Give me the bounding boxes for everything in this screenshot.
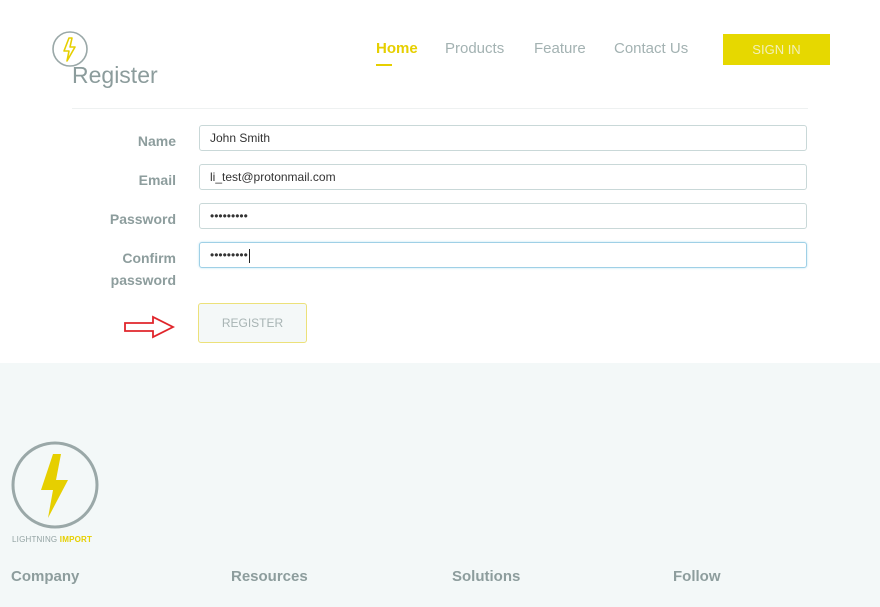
- password-label: Password: [109, 211, 176, 227]
- email-label: Email: [138, 172, 176, 188]
- nav-active-indicator: [376, 64, 392, 66]
- text-caret: [248, 248, 250, 263]
- lightning-logo-large-icon[interactable]: [10, 440, 100, 530]
- footer-heading-resources: Resources: [231, 568, 308, 585]
- confirm-password-label: Confirm password: [36, 247, 176, 291]
- page-title: Register: [72, 62, 158, 88]
- brand-name-accent: IMPORT: [59, 535, 93, 544]
- name-label: Name: [137, 133, 176, 149]
- confirm-password-field[interactable]: •••••••••: [199, 242, 807, 268]
- footer-heading-company: Company: [11, 568, 80, 585]
- email-field[interactable]: li_test@protonmail.com: [199, 164, 807, 190]
- sign-in-button[interactable]: SIGN IN: [723, 34, 830, 65]
- footer: LIGHTNING IMPORT Company Resources Solut…: [0, 363, 880, 607]
- nav-products[interactable]: Products: [445, 40, 504, 57]
- nav-home[interactable]: Home: [376, 40, 418, 57]
- confirm-label-line2: password: [110, 272, 176, 288]
- nav-feature[interactable]: Feature: [534, 40, 586, 57]
- main-section: Register Home Products Feature Contact U…: [0, 0, 880, 363]
- password-field[interactable]: •••••••••: [199, 203, 807, 229]
- footer-heading-solutions: Solutions: [452, 568, 521, 585]
- confirm-label-line1: Confirm: [122, 250, 176, 266]
- right-arrow-icon: [124, 315, 175, 339]
- brand-name: LIGHTNING IMPORT: [12, 535, 92, 544]
- footer-heading-follow: Follow: [673, 568, 721, 585]
- nav-contact-us[interactable]: Contact Us: [614, 40, 688, 57]
- name-field[interactable]: John Smith: [199, 125, 807, 151]
- register-button[interactable]: REGISTER: [198, 303, 307, 343]
- header-divider: [72, 108, 808, 109]
- brand-name-main: LIGHTNING: [12, 535, 60, 544]
- confirm-password-value: •••••••••: [210, 248, 248, 262]
